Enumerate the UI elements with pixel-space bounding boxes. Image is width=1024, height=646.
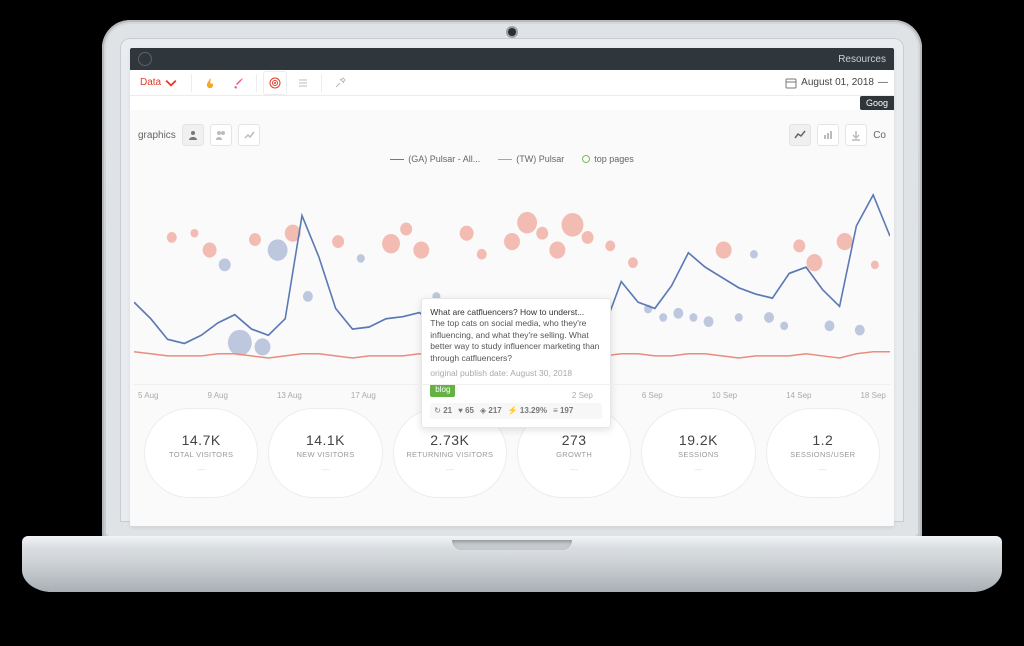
legend-item-b[interactable]: (TW) Pulsar — [498, 154, 564, 164]
metric-trend: — — [446, 465, 454, 474]
app-topbar: Resources — [130, 48, 894, 70]
x-tick: 18 Sep — [860, 391, 885, 400]
metric-trend: — — [694, 465, 702, 474]
legend-item-a[interactable]: (GA) Pulsar - All... — [390, 154, 480, 164]
calendar-icon — [785, 77, 797, 89]
tooltip-stats: ↻ 21 ♥ 65 ◈ 217 ⚡ 13.29% ≡ 197 — [430, 403, 602, 420]
x-tick: 10 Sep — [712, 391, 737, 400]
metric-card[interactable]: 19.2K SESSIONS — — [641, 408, 755, 498]
stat-other: ≡ 197 — [553, 406, 573, 417]
metric-card[interactable]: 1.2 SESSIONS/USER — — [766, 408, 880, 498]
tooltip-publish-date: August 30, 2018 — [510, 368, 572, 378]
metric-card[interactable]: 14.1K NEW VISITORS — — [268, 408, 382, 498]
legend-label: (GA) Pulsar - All... — [408, 154, 480, 164]
legend-swatch — [498, 159, 512, 160]
chart-tooltip: What are catfluencers? How to underst...… — [421, 298, 611, 428]
separator — [191, 74, 192, 92]
x-tick: 5 Aug — [138, 391, 158, 400]
stat-rate: ⚡ 13.29% — [508, 406, 547, 417]
laptop-base — [22, 544, 1002, 592]
metric-trend: — — [819, 465, 827, 474]
screen-inner: Resources Data — [106, 24, 918, 536]
metric-label: SESSIONS — [678, 450, 719, 459]
x-tick: 6 Sep — [642, 391, 663, 400]
metric-card[interactable]: 14.7K TOTAL VISITORS — — [144, 408, 258, 498]
chart-bar-icon[interactable] — [817, 124, 839, 146]
date-dash: — — [878, 77, 888, 88]
flame-icon[interactable] — [198, 71, 222, 95]
tooltip-publish-prefix: original publish date: — [430, 368, 508, 378]
stat-retweets: ↻ 21 — [434, 406, 452, 417]
separator — [321, 74, 322, 92]
x-tick: 17 Aug — [351, 391, 376, 400]
view-user-icon[interactable] — [182, 124, 204, 146]
x-tick: 9 Aug — [207, 391, 227, 400]
data-dropdown-label: Data — [140, 77, 161, 88]
chart[interactable]: What are catfluencers? How to underst...… — [134, 170, 890, 400]
trackpad-notch — [452, 540, 572, 550]
data-dropdown[interactable]: Data — [130, 77, 187, 89]
stat-favs: ♥ 65 — [458, 406, 474, 417]
metric-value: 14.1K — [306, 432, 345, 448]
brand-icon — [138, 52, 152, 66]
x-tick: 14 Sep — [786, 391, 811, 400]
x-tick: 13 Aug — [277, 391, 302, 400]
list-icon[interactable] — [291, 71, 315, 95]
screen-bezel: Resources Data — [102, 20, 922, 540]
metric-trend: — — [321, 465, 329, 474]
metric-value: 273 — [562, 432, 587, 448]
separator — [256, 74, 257, 92]
chart-line-icon[interactable] — [789, 124, 811, 146]
app-viewport: Resources Data — [130, 48, 894, 526]
tooltip-title: What are catfluencers? How to underst... — [430, 307, 602, 318]
view-group-icon[interactable] — [210, 124, 232, 146]
target-icon[interactable] — [263, 71, 287, 95]
tooltip-body: The top cats on social media, who they'r… — [430, 318, 602, 364]
view-trend-icon[interactable] — [238, 124, 260, 146]
legend-label: top pages — [594, 154, 634, 164]
date-range[interactable]: August 01, 2018 — [801, 77, 874, 88]
metric-label: RETURNING VISITORS — [406, 450, 493, 459]
metric-label: GROWTH — [556, 450, 592, 459]
chart-legend: (GA) Pulsar - All... (TW) Pulsar top pag… — [130, 154, 894, 164]
laptop-mock: Resources Data — [62, 20, 962, 600]
download-icon[interactable] — [845, 124, 867, 146]
metric-value: 14.7K — [182, 432, 221, 448]
metric-value: 2.73K — [430, 432, 469, 448]
metric-value: 19.2K — [679, 432, 718, 448]
source-pill[interactable]: Goog — [860, 96, 894, 110]
metric-trend: — — [570, 465, 578, 474]
metric-label: SESSIONS/USER — [790, 450, 855, 459]
chart-x-axis: 5 Aug 9 Aug 13 Aug 17 Aug 2 Sep 6 Sep 10 Sep 14… — [134, 384, 890, 400]
view-subbar: graphics Co — [130, 120, 894, 150]
content-area: graphics Co (GA) Pulsar - All... — [130, 110, 894, 526]
tools-icon[interactable] — [328, 71, 352, 95]
rocket-icon[interactable] — [226, 71, 250, 95]
legend-label: (TW) Pulsar — [516, 154, 564, 164]
tooltip-publish: original publish date: August 30, 2018 — [430, 368, 602, 379]
metric-value: 1.2 — [812, 432, 833, 448]
metric-label: TOTAL VISITORS — [169, 450, 233, 459]
chevron-down-icon — [165, 77, 177, 89]
subbar-right-label: Co — [873, 130, 886, 141]
stat-views: ◈ 217 — [480, 406, 502, 417]
metric-trend: — — [197, 465, 205, 474]
legend-swatch — [582, 155, 590, 163]
resources-menu[interactable]: Resources — [838, 54, 886, 65]
camera-dot — [508, 28, 516, 36]
x-tick: 2 Sep — [572, 391, 593, 400]
legend-swatch — [390, 159, 404, 160]
subbar-left-label: graphics — [138, 130, 176, 141]
legend-item-c[interactable]: top pages — [582, 154, 634, 164]
metric-label: NEW VISITORS — [296, 450, 354, 459]
app-menubar: Data August 01, 2018 — — [130, 70, 894, 96]
